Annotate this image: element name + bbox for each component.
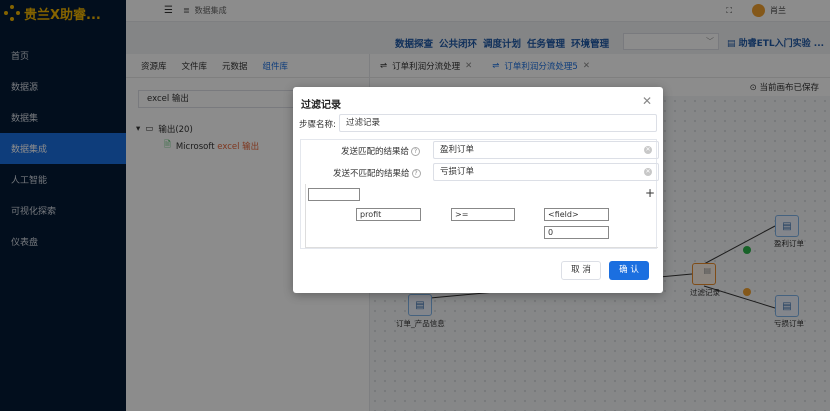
condition-editor: profit >= <field> 0 [305,184,658,248]
add-condition-icon[interactable]: + [645,186,655,200]
clear-icon[interactable]: ✕ [644,168,652,176]
clear-icon[interactable]: ✕ [644,146,652,154]
close-icon[interactable]: ✕ [642,94,652,108]
step-name-input[interactable]: 过滤记录 [339,114,657,132]
confirm-button[interactable]: 确 认 [609,261,649,280]
nomatch-target-select[interactable]: 亏损订单 ✕ [433,163,659,181]
cancel-button[interactable]: 取 消 [561,261,601,280]
match-target-value: 盈利订单 [440,145,475,155]
match-target-text: 发送匹配的结果给 [341,147,410,157]
condition-top-input[interactable] [308,188,360,201]
help-icon[interactable]: ? [411,169,421,178]
dialog-title: 过滤记录 [301,100,341,111]
help-icon[interactable]: ? [411,147,421,156]
nomatch-target-label: 发送不匹配的结果给? [333,167,421,179]
step-name-label: 步骤名称: [299,120,336,130]
match-target-select[interactable]: 盈利订单 ✕ [433,141,659,159]
condition-field-input[interactable]: profit [356,208,421,221]
nomatch-target-text: 发送不匹配的结果给 [333,169,410,179]
match-target-label: 发送匹配的结果给? [341,145,421,157]
nomatch-target-value: 亏损订单 [440,167,475,177]
condition-operator-input[interactable]: >= [451,208,515,221]
condition-value-field-input[interactable]: <field> [544,208,609,221]
filter-dialog: 过滤记录 ✕ 步骤名称: 过滤记录 发送匹配的结果给? 盈利订单 ✕ 发送不匹配的… [293,87,663,293]
condition-value-input[interactable]: 0 [544,226,609,239]
